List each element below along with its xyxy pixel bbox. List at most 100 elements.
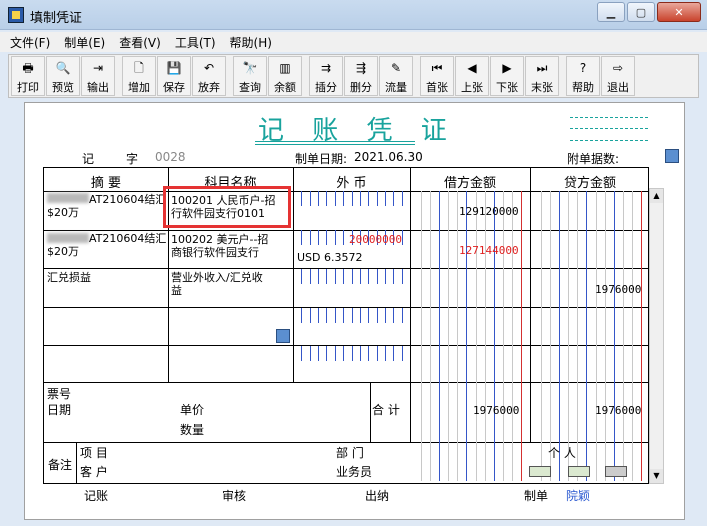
printer-button[interactable]: 🖶 打印 bbox=[11, 56, 45, 96]
row2-debit[interactable]: 127144000 bbox=[459, 244, 519, 257]
close-button[interactable]: ✕ bbox=[657, 2, 701, 22]
bar-chart-button[interactable]: ▥ 余额 bbox=[268, 56, 302, 96]
cashier-label: 出纳 bbox=[365, 489, 390, 503]
next-icon: ▶ bbox=[502, 61, 512, 75]
row3-credit[interactable]: 1976000 bbox=[595, 283, 641, 296]
quantity-label: 数量 bbox=[180, 423, 205, 437]
prev-icon: ◀ bbox=[467, 61, 477, 75]
voucher-type[interactable]: 记 bbox=[82, 150, 94, 167]
toolbar-label: 预览 bbox=[52, 81, 74, 94]
digit-line bbox=[334, 308, 336, 323]
new-doc-button[interactable]: 🗋 增加 bbox=[122, 56, 156, 96]
voucher-date[interactable]: 2021.06.30 bbox=[354, 150, 423, 164]
date-field-label: 日期 bbox=[47, 403, 72, 417]
digit-line bbox=[334, 230, 336, 245]
digit-line bbox=[318, 191, 320, 206]
total-debit: 1976000 bbox=[473, 404, 520, 417]
voucher-number[interactable]: 0028 bbox=[155, 150, 186, 164]
save-button[interactable]: 💾 保存 bbox=[157, 56, 191, 96]
dashed-field bbox=[570, 117, 648, 118]
redacted-text bbox=[47, 193, 89, 203]
row2-summary[interactable]: AT210604结汇 bbox=[89, 232, 166, 245]
export-button[interactable]: ⇥ 输出 bbox=[81, 56, 115, 96]
row1-summary[interactable]: AT210604结汇 bbox=[89, 193, 166, 206]
redacted-text bbox=[47, 233, 89, 243]
maximize-button[interactable]: ▢ bbox=[627, 2, 655, 22]
digit-line bbox=[448, 191, 450, 481]
scroll-up-icon[interactable]: ▲ bbox=[650, 189, 663, 203]
toolbar-label: 下张 bbox=[496, 81, 518, 94]
first-button[interactable]: ⏮ 首张 bbox=[420, 56, 454, 96]
scroll-down-icon[interactable]: ▼ bbox=[650, 469, 663, 483]
bank-card-icon[interactable] bbox=[568, 466, 590, 477]
vertical-scrollbar[interactable]: ▲ ▼ bbox=[649, 188, 664, 484]
digit-line bbox=[622, 191, 624, 481]
toolbar-label: 流量 bbox=[385, 81, 407, 94]
insert-entry-button[interactable]: ⇉ 插分 bbox=[309, 56, 343, 96]
title-bar: 填制凭证 ▁ ▢ ✕ bbox=[0, 0, 707, 30]
digit-line bbox=[343, 269, 345, 284]
minimize-button[interactable]: ▁ bbox=[597, 2, 625, 22]
row3-account[interactable]: 营业外收入/汇兑收 bbox=[171, 271, 263, 284]
help-button[interactable]: ? 帮助 bbox=[566, 56, 600, 96]
digit-line bbox=[640, 191, 642, 481]
binoculars-icon: 🔭 bbox=[242, 61, 258, 75]
exit-button[interactable]: ⇨ 退出 bbox=[601, 56, 635, 96]
digit-line bbox=[343, 308, 345, 323]
prev-button[interactable]: ◀ 上张 bbox=[455, 56, 489, 96]
digit-line bbox=[334, 191, 336, 206]
digit-line bbox=[359, 308, 361, 323]
row3-summary[interactable]: 汇兑损益 bbox=[47, 271, 91, 284]
digit-line bbox=[309, 230, 311, 245]
digit-line bbox=[359, 346, 361, 361]
new-doc-icon: 🗋 bbox=[134, 61, 144, 75]
image-icon[interactable] bbox=[605, 466, 627, 477]
digit-line bbox=[439, 191, 441, 481]
flow-button[interactable]: ✎ 流量 bbox=[379, 56, 413, 96]
dashed-field bbox=[570, 128, 648, 129]
digit-line bbox=[326, 346, 328, 361]
menu-tools[interactable]: 工具(T) bbox=[175, 34, 216, 51]
person-label: 个 人 bbox=[548, 446, 576, 460]
digit-line bbox=[359, 191, 361, 206]
digit-line bbox=[343, 230, 345, 245]
dashed-field bbox=[570, 140, 648, 141]
digit-line bbox=[384, 269, 386, 284]
digit-line bbox=[421, 191, 423, 481]
toolbar-label: 帮助 bbox=[572, 81, 594, 94]
digit-line bbox=[577, 191, 579, 481]
app-icon bbox=[8, 7, 24, 23]
row2-exchange-rate[interactable]: USD 6.3572 bbox=[297, 251, 363, 264]
card-icon[interactable] bbox=[529, 466, 551, 477]
digit-line bbox=[401, 191, 403, 206]
menu-view[interactable]: 查看(V) bbox=[119, 34, 161, 51]
undo-icon: ↶ bbox=[203, 61, 215, 75]
binoculars-button[interactable]: 🔭 查询 bbox=[233, 56, 267, 96]
search-icon[interactable] bbox=[276, 329, 290, 343]
digit-line bbox=[384, 191, 386, 206]
menu-help[interactable]: 帮助(H) bbox=[230, 34, 272, 51]
row2-account[interactable]: 100202 美元户--招 bbox=[171, 233, 268, 246]
row1-debit[interactable]: 129120000 bbox=[459, 205, 519, 218]
menu-file[interactable]: 文件(F) bbox=[10, 34, 50, 51]
preview-button[interactable]: 🔍 预览 bbox=[46, 56, 80, 96]
digit-line bbox=[401, 308, 403, 323]
delete-entry-button[interactable]: ⇶ 删分 bbox=[344, 56, 378, 96]
toolbar-label: 退出 bbox=[607, 81, 629, 94]
undo-button[interactable]: ↶ 放弃 bbox=[192, 56, 226, 96]
digit-line bbox=[393, 308, 395, 323]
menu-voucher[interactable]: 制单(E) bbox=[64, 34, 105, 51]
digit-line bbox=[520, 191, 522, 481]
digit-line bbox=[309, 191, 311, 206]
digit-line bbox=[457, 191, 459, 481]
next-button[interactable]: ▶ 下张 bbox=[490, 56, 524, 96]
digit-line bbox=[376, 308, 378, 323]
digit-line bbox=[301, 191, 303, 206]
row2-foreign-amount[interactable]: 20000000 bbox=[349, 233, 402, 246]
last-button[interactable]: ⏭ 末张 bbox=[525, 56, 559, 96]
maker-label: 制单 bbox=[524, 489, 549, 503]
toolbar-label: 输出 bbox=[87, 81, 109, 94]
search-icon[interactable] bbox=[665, 149, 679, 163]
digit-line bbox=[326, 230, 328, 245]
digit-line bbox=[368, 308, 370, 323]
